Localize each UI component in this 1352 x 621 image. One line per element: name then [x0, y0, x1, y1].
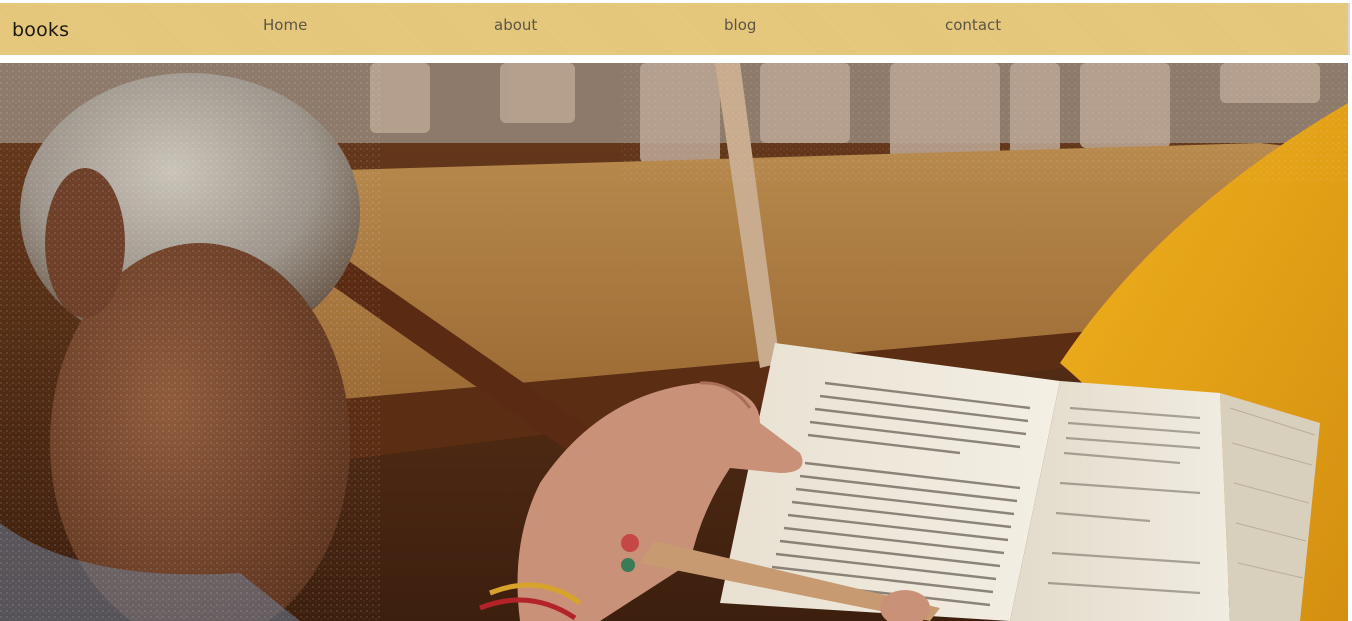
- hero-illustration: [0, 63, 1348, 621]
- top-navbar: books Home about blog contact: [0, 3, 1350, 55]
- nav-link-home[interactable]: Home: [263, 16, 307, 34]
- nav-link-about[interactable]: about: [494, 16, 537, 34]
- nav-link-blog[interactable]: blog: [724, 16, 756, 34]
- hero-image: [0, 63, 1348, 621]
- brand-logo-link[interactable]: books: [12, 19, 69, 41]
- nav-link-contact[interactable]: contact: [945, 16, 1001, 34]
- page: books Home about blog contact: [0, 0, 1352, 621]
